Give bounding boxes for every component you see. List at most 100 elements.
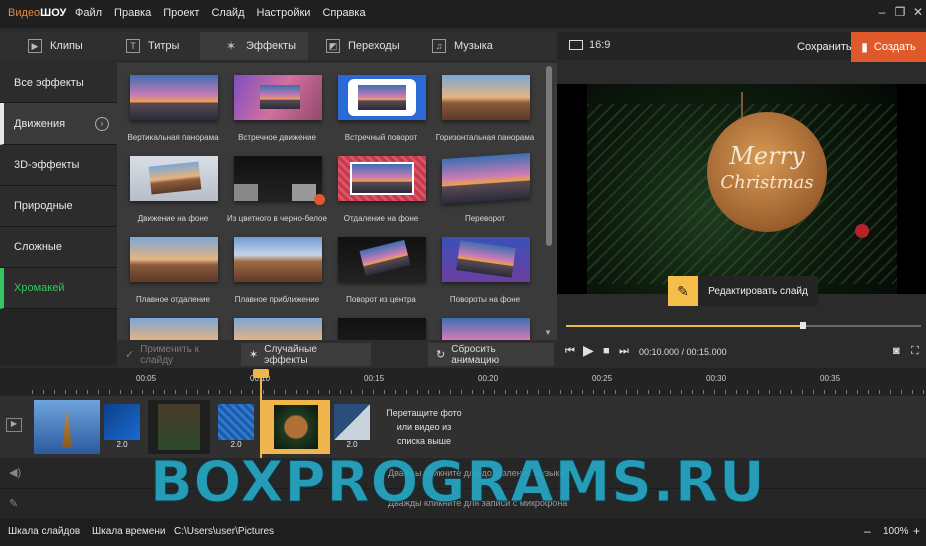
tab-music-label: Музыка xyxy=(454,40,493,52)
tab-effects[interactable]: ✶ Эффекты xyxy=(200,32,308,60)
category-all-effects[interactable]: Все эффекты xyxy=(0,63,117,103)
effect-label: Движение на фоне xyxy=(137,214,209,223)
progress-knob[interactable] xyxy=(799,322,806,329)
effect-motion-on-background[interactable]: Движение на фоне xyxy=(121,146,225,227)
transition-tile[interactable] xyxy=(334,404,370,440)
effect-label: Вертикальная панорама xyxy=(127,133,219,142)
transition-duration: 2.0 xyxy=(116,440,128,449)
zoom-out-button[interactable]: – xyxy=(864,524,871,538)
menu-settings[interactable]: Настройки xyxy=(257,7,311,19)
effect-thumbnail xyxy=(234,237,322,282)
effect-label: Из цветного в черно-белое xyxy=(227,214,327,223)
effect-horizontal-pan[interactable]: Горизонтальная панорама xyxy=(433,65,537,146)
preview-header: 16:9 Сохранить ▮ Создать xyxy=(557,32,926,62)
ruler-label: 00:05 xyxy=(136,374,157,383)
stop-icon[interactable]: ■ xyxy=(603,345,610,357)
effect-thumbnail xyxy=(338,75,426,120)
effect-rotate-from-center[interactable]: Поворот из центра xyxy=(329,227,433,308)
aspect-ratio[interactable]: 16:9 xyxy=(569,39,610,51)
playhead-handle[interactable] xyxy=(253,369,269,378)
effect-counter-rotation[interactable]: Встречный поворот xyxy=(329,65,433,146)
transition-tile[interactable] xyxy=(218,404,254,440)
tab-transitions[interactable]: ◩ Переходы xyxy=(308,32,420,60)
tab-music[interactable]: ♫ Музыка xyxy=(420,32,532,60)
menu-help[interactable]: Справка xyxy=(322,7,365,19)
restore-button[interactable]: ❐ xyxy=(892,5,908,21)
play-icon[interactable]: ▶ xyxy=(583,342,594,359)
category-chromakey[interactable]: Хромакей xyxy=(0,268,117,309)
checkmark-icon: ✓ xyxy=(125,349,135,361)
timeline-view-button[interactable]: Шкала времени xyxy=(92,526,165,537)
ruler-label: 00:20 xyxy=(478,374,499,383)
effect-partial-3[interactable] xyxy=(329,308,433,340)
slide-view-button[interactable]: Шкала слайдов xyxy=(8,526,80,537)
watermark-text: BOXPROGRAMS.RU xyxy=(150,450,766,516)
apply-to-slide-button[interactable]: ✓ Применить к слайду xyxy=(117,343,237,366)
tab-clips[interactable]: ▶ Клипы xyxy=(0,32,100,60)
effect-thumbnail-inner xyxy=(260,85,300,109)
effect-rotations-on-background[interactable]: Повороты на фоне xyxy=(433,227,537,308)
ruler-label: 00:15 xyxy=(364,374,385,383)
category-label: Движения xyxy=(14,117,66,130)
close-button[interactable]: ✕ xyxy=(910,5,926,21)
transition-tile[interactable] xyxy=(104,404,140,440)
minimize-button[interactable]: – xyxy=(874,5,890,21)
slide-interior[interactable] xyxy=(148,400,210,454)
playback-progress[interactable] xyxy=(566,322,921,329)
effect-smooth-zoom-out[interactable]: Плавное отдаление xyxy=(121,227,225,308)
effect-color-to-bw[interactable]: Из цветного в черно-белое xyxy=(225,146,329,227)
menu-edit[interactable]: Правка xyxy=(114,7,151,19)
tab-clips-label: Клипы xyxy=(50,40,83,52)
effect-flip[interactable]: Переворот xyxy=(433,146,537,227)
ruler-label: 00:35 xyxy=(820,374,841,383)
effects-scrollbar[interactable] xyxy=(546,66,552,246)
skip-back-icon[interactable]: ⏮ xyxy=(565,345,575,358)
playhead[interactable] xyxy=(260,370,262,458)
effect-partial-2[interactable] xyxy=(225,308,329,340)
category-motion[interactable]: Движения › xyxy=(0,103,117,145)
effect-thumbnail-inner xyxy=(456,240,516,278)
playback-time: 00:10.000 / 00:15.000 xyxy=(639,347,727,357)
tab-titles[interactable]: T Титры xyxy=(100,32,200,60)
folder-path: C:\Users\user\Pictures xyxy=(174,526,275,537)
effect-category-list: Все эффекты Движения › 3D-эффекты Природн… xyxy=(0,63,117,365)
edit-slide-button[interactable]: ✎ Редактировать слайд xyxy=(668,276,818,306)
slide-merry-christmas-selected[interactable] xyxy=(262,400,330,454)
zoom-in-button[interactable]: + xyxy=(913,524,920,538)
save-button[interactable]: Сохранить xyxy=(797,41,852,53)
category-nature[interactable]: Природные xyxy=(0,186,117,227)
menu-project[interactable]: Проект xyxy=(163,7,199,19)
category-3d[interactable]: 3D-эффекты xyxy=(0,145,117,186)
effect-vertical-pan[interactable]: Вертикальная панорама xyxy=(121,65,225,146)
effect-thumbnail xyxy=(234,156,325,205)
reset-animation-button[interactable]: ↻ Сбросить анимацию xyxy=(428,343,554,366)
random-effects-button[interactable]: ✶ Случайные эффекты xyxy=(241,343,371,366)
effect-partial-4[interactable] xyxy=(433,308,537,340)
category-label: Природные xyxy=(14,200,73,212)
category-complex[interactable]: Сложные xyxy=(0,227,117,268)
slide-thumbnail xyxy=(274,405,318,449)
effect-thumbnail xyxy=(442,237,530,282)
effect-label: Плавное отдаление xyxy=(136,295,210,304)
pencil-icon: ✎ xyxy=(668,276,698,306)
slide-eiffel[interactable] xyxy=(34,400,100,454)
christmas-ornament: Merry Christmas xyxy=(707,112,827,232)
menu-slide[interactable]: Слайд xyxy=(211,7,244,19)
effect-label: Встречное движение xyxy=(238,133,316,142)
effect-smooth-zoom-in[interactable]: Плавное приближение xyxy=(225,227,329,308)
menu-file[interactable]: Файл xyxy=(75,7,102,19)
favorite-badge-icon xyxy=(314,194,325,205)
fullscreen-icon[interactable]: ⛶ xyxy=(911,345,919,358)
eiffel-tower xyxy=(62,408,72,448)
create-button[interactable]: ▮ Создать xyxy=(851,32,926,62)
effect-partial-1[interactable] xyxy=(121,308,225,340)
effect-thumbnail xyxy=(130,156,218,201)
timeline-ruler[interactable]: 00:05 00:10 00:15 00:20 00:25 00:30 00:3… xyxy=(0,368,926,396)
scroll-down-icon[interactable]: ▼ xyxy=(544,328,552,337)
effect-zoom-out-on-background[interactable]: Отдаление на фоне xyxy=(329,146,433,227)
effect-counter-motion[interactable]: Встречное движение xyxy=(225,65,329,146)
snapshot-icon[interactable]: ◙ xyxy=(893,345,900,357)
ornament-text-line2: Christmas xyxy=(720,172,814,193)
ruler-label: 00:30 xyxy=(706,374,727,383)
skip-forward-icon[interactable]: ⏭ xyxy=(619,345,629,358)
